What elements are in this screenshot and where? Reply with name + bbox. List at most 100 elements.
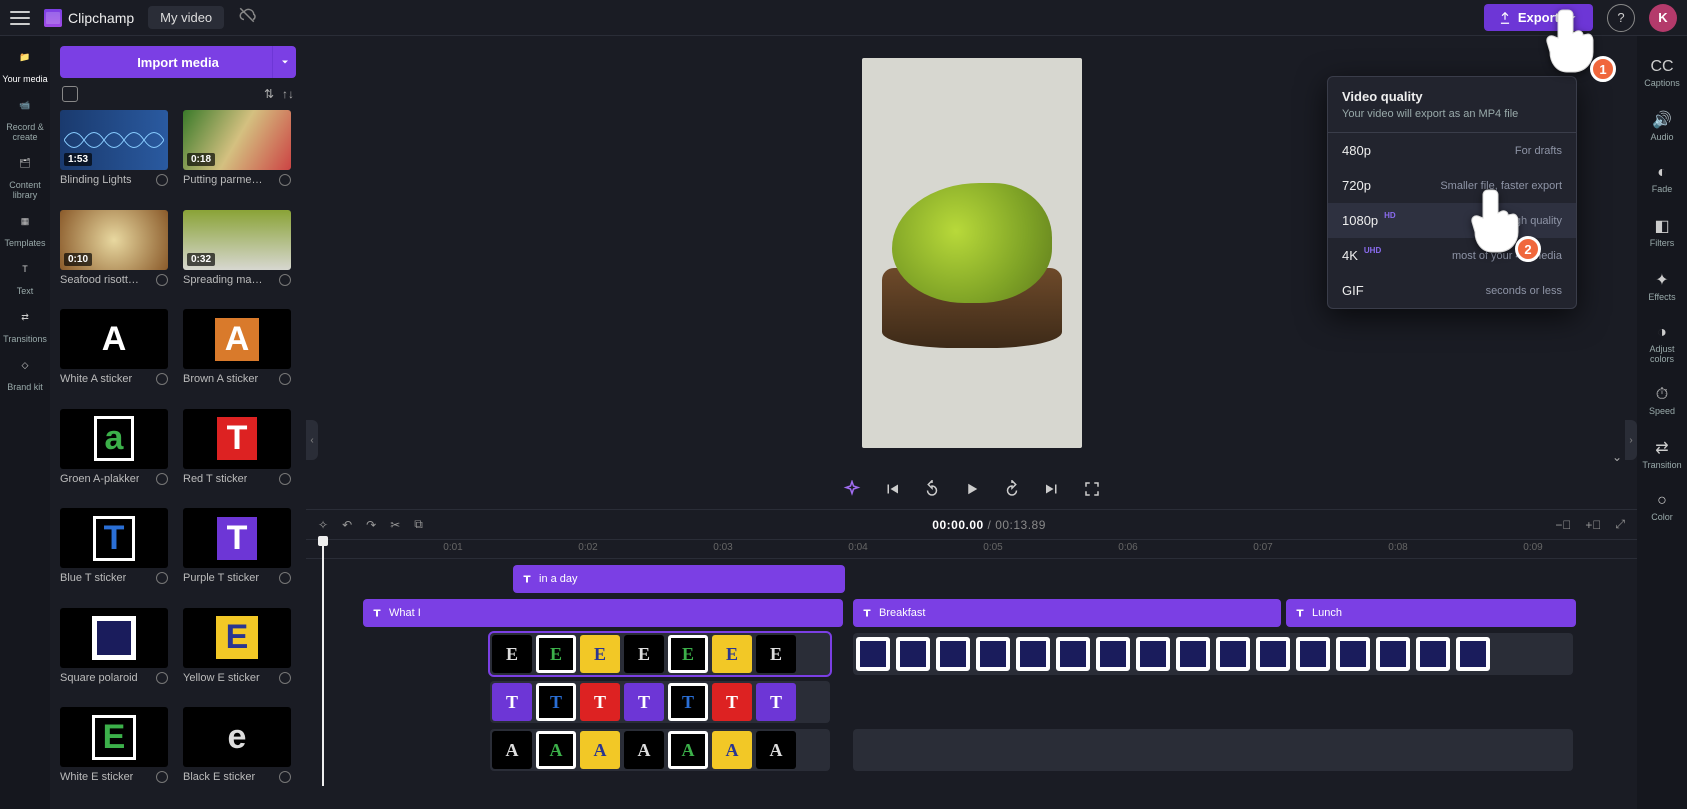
nav-your-media[interactable]: 📁 Your media (0, 46, 50, 90)
media-item[interactable]: 0:10Seafood risotto at r… (60, 210, 168, 302)
import-dropdown-button[interactable] (272, 46, 296, 78)
export-option-480p[interactable]: 480pFor drafts (1328, 133, 1576, 168)
rnav-speed[interactable]: ⏱Speed (1637, 378, 1687, 424)
redo-button[interactable]: ↷ (366, 518, 376, 532)
track-stickers: EEEEEEE (318, 633, 1625, 677)
avatar[interactable]: K (1649, 4, 1677, 32)
media-label-row: Purple T sticker (183, 568, 291, 588)
nav-content-library[interactable]: 🗂 Content library (0, 152, 50, 206)
nav-transitions[interactable]: ⇄ Transitions (0, 306, 50, 350)
export-option-gif[interactable]: GIFseconds or less (1328, 273, 1576, 308)
video-clip[interactable] (853, 729, 1573, 771)
sticker-clip[interactable]: EEEEEEE (490, 633, 830, 675)
text-clip[interactable]: Breakfast (853, 599, 1281, 627)
rnav-captions[interactable]: CCCaptions (1637, 50, 1687, 96)
media-item[interactable]: EYellow E sticker (183, 608, 291, 700)
media-item[interactable]: TRed T sticker (183, 409, 291, 501)
preview-player[interactable] (862, 58, 1082, 448)
export-option-4k[interactable]: 4KUHDmost of your 4K media (1328, 238, 1576, 273)
quality-badge: HD (1382, 211, 1398, 220)
nav-templates[interactable]: ▦ Templates (0, 210, 50, 254)
text-clip[interactable]: Lunch (1286, 599, 1576, 627)
nav-text[interactable]: T Text (0, 258, 50, 302)
export-option-label: 4KUHD (1342, 248, 1383, 263)
ai-enhance-button[interactable] (843, 480, 861, 498)
frame-clip[interactable] (853, 633, 1573, 675)
polaroid-frame (936, 637, 970, 671)
rnav-label: Adjust colors (1637, 344, 1687, 364)
player-controls (306, 469, 1637, 509)
sticker-frame: A (624, 731, 664, 769)
export-option-720p[interactable]: 720pSmaller file, faster export (1328, 168, 1576, 203)
skip-end-button[interactable] (1043, 480, 1061, 498)
track-text: What I Breakfast Lunch (318, 599, 1625, 629)
nav-brand-kit[interactable]: ◇ Brand kit (0, 354, 50, 398)
sticker-clip[interactable]: AAAAAAA (490, 729, 830, 771)
media-item[interactable]: Square polaroid (60, 608, 168, 700)
sync-icon (156, 174, 168, 186)
cloud-off-icon[interactable] (238, 6, 256, 29)
playhead[interactable] (318, 536, 328, 546)
sticker-frame: T (668, 683, 708, 721)
skip-start-button[interactable] (883, 480, 901, 498)
zoom-fit-button[interactable]: ⤢ (1615, 517, 1625, 532)
step-forward-button[interactable] (1003, 480, 1021, 498)
menu-button[interactable] (10, 11, 30, 25)
cut-button[interactable]: ✂ (390, 518, 400, 532)
media-item[interactable]: ABrown A sticker (183, 309, 291, 401)
nav-record-create[interactable]: 📹 Record & create (0, 94, 50, 148)
text-clip[interactable]: in a day (513, 565, 845, 593)
sticker-frame: A (492, 731, 532, 769)
import-media-button[interactable]: Import media (60, 46, 296, 78)
fullscreen-button[interactable] (1083, 480, 1101, 498)
timeline-tracks[interactable]: in a day What I Breakfast Lunch (306, 559, 1637, 809)
zoom-out-button[interactable]: −⃝ (1555, 518, 1571, 532)
brand: Clipchamp (44, 9, 134, 27)
media-item[interactable]: 0:32Spreading mashed … (183, 210, 291, 302)
media-duration: 0:10 (64, 253, 92, 266)
select-all-checkbox[interactable] (62, 86, 78, 102)
text-clip[interactable]: What I (363, 599, 843, 627)
copy-button[interactable]: ⧉ (414, 517, 423, 532)
collapse-media-panel-button[interactable]: ‹ (306, 420, 318, 460)
rnav-audio[interactable]: 🔊Audio (1637, 102, 1687, 150)
export-button[interactable]: Export (1484, 4, 1593, 31)
auto-enhance-icon[interactable]: ✧ (318, 518, 328, 532)
collapse-right-panel-button[interactable]: › (1625, 420, 1637, 460)
media-item[interactable]: AWhite A sticker (60, 309, 168, 401)
help-button[interactable]: ? (1607, 4, 1635, 32)
collapse-preview-button[interactable]: ⌄ (1612, 450, 1622, 464)
nav-label: Your media (2, 74, 47, 84)
sort-icon[interactable]: ↑↓ (282, 87, 294, 101)
undo-button[interactable]: ↶ (342, 518, 352, 532)
sticker-clip[interactable]: TTTTTTT (490, 681, 830, 723)
export-option-1080p[interactable]: 1080pHDHigh quality (1328, 203, 1576, 238)
timeline-ruler[interactable]: 0:010:020:030:040:050:060:070:080:09 (306, 539, 1637, 559)
rnav-transition[interactable]: ⇄Transition (1637, 430, 1687, 478)
nav-label: Content library (0, 180, 50, 200)
sync-icon (156, 274, 168, 286)
rnav-fade[interactable]: ◐Fade (1637, 156, 1687, 202)
media-thumbnail: 1:53 (60, 110, 168, 170)
media-item[interactable]: EWhite E sticker (60, 707, 168, 799)
nav-label: Text (17, 286, 34, 296)
sync-icon (156, 373, 168, 385)
media-name: Purple T sticker (183, 572, 259, 584)
rnav-color[interactable]: ○Color (1637, 484, 1687, 530)
export-option-label: 480p (1342, 143, 1371, 158)
rnav-effects[interactable]: ✦Effects (1637, 262, 1687, 310)
media-item[interactable]: aGroen A-plakker (60, 409, 168, 501)
filter-icon[interactable]: ⇅ (264, 87, 274, 101)
play-button[interactable] (963, 480, 981, 498)
rnav-adjust-colors[interactable]: ◑Adjust colors (1637, 316, 1687, 372)
step-back-button[interactable] (923, 480, 941, 498)
zoom-in-button[interactable]: +⃝ (1585, 518, 1601, 532)
media-item[interactable]: 0:18Putting parmesan c… (183, 110, 291, 202)
media-item[interactable]: eBlack E sticker (183, 707, 291, 799)
media-item[interactable]: TBlue T sticker (60, 508, 168, 600)
project-title[interactable]: My video (148, 6, 224, 29)
media-item[interactable]: TPurple T sticker (183, 508, 291, 600)
media-item[interactable]: 1:53Blinding Lights (60, 110, 168, 202)
rnav-label: Audio (1650, 132, 1673, 142)
rnav-filters[interactable]: ◧Filters (1637, 208, 1687, 256)
